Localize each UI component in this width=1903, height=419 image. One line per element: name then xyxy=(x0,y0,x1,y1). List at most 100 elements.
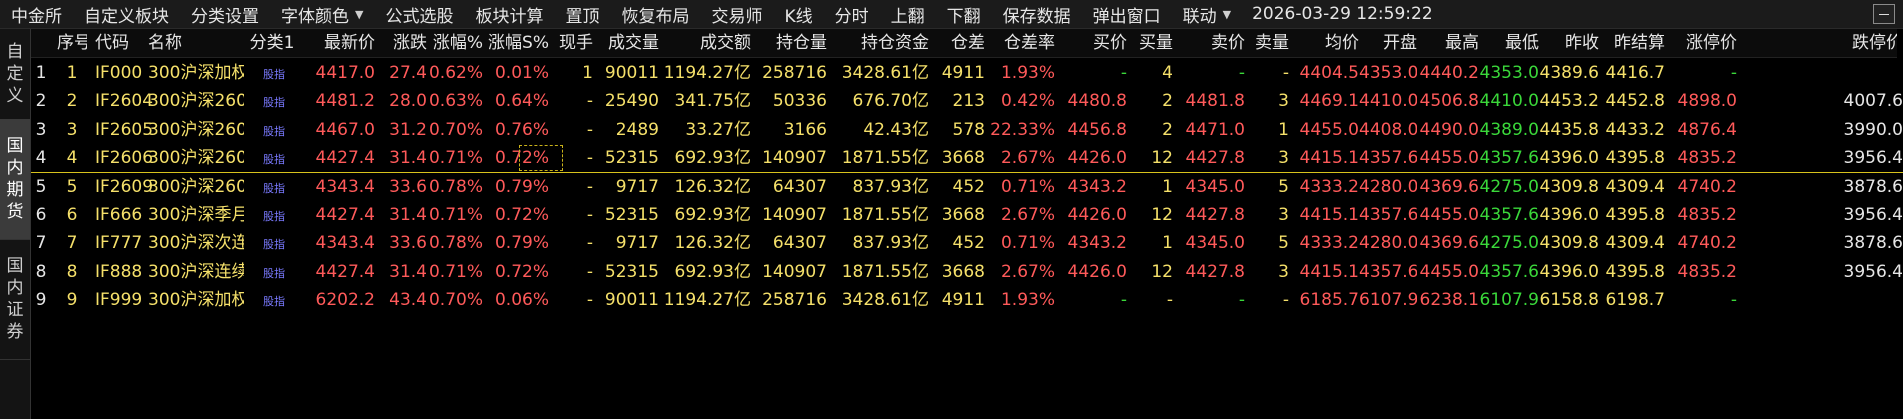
cell-turnover: 692.93亿 xyxy=(674,148,751,169)
menu-item-15[interactable]: 联动 ▼ xyxy=(1172,2,1242,27)
menu-item-13[interactable]: 保存数据 xyxy=(992,2,1082,27)
header-open-interest[interactable]: 持仓量 xyxy=(751,29,827,57)
side-tab-2[interactable]: 国内证券 xyxy=(0,239,30,360)
header-last-price[interactable]: 最新价 xyxy=(301,29,375,57)
cell-current-hand: - xyxy=(586,290,593,311)
cell-name: 300沪深加权 xyxy=(148,290,244,311)
cell-prev-close: 4396.0 xyxy=(1539,205,1599,225)
cell-change-s-pct: 0.64% xyxy=(494,91,549,112)
cell-open: 4357.6 xyxy=(1359,148,1417,169)
cell-volume: 90011 xyxy=(604,290,659,311)
menu-item-9[interactable]: K线 xyxy=(773,2,823,27)
chevron-down-icon: ▼ xyxy=(355,7,364,21)
menu-item-8[interactable]: 交易师 xyxy=(700,2,773,27)
cell-seq: 7 xyxy=(66,233,78,254)
table-header: 序号 代码 名称 分类1 最新价 涨跌 涨幅% 涨幅S% 现手 成交量 成交额 持仓量 持仓资金 仓差 仓差… xyxy=(31,29,1903,58)
menu-item-14[interactable]: 弹出窗口 xyxy=(1082,2,1172,27)
cell-ask-price: 4427.8 xyxy=(1185,148,1245,169)
cell-volume: 90011 xyxy=(604,63,659,83)
cell-open: 4408.0 xyxy=(1359,119,1417,140)
cell-limit-up: 4835.2 xyxy=(1677,205,1737,225)
table-row[interactable]: 9 9 IF999 300沪深加权 股指 6202.2 43.4 0.70% 0.06% -900… xyxy=(31,286,1903,314)
cell-low: 4357.6 xyxy=(1479,261,1539,282)
cell-ask-price: - xyxy=(1238,63,1245,83)
header-change-pct[interactable]: 涨幅% xyxy=(427,29,483,57)
side-tab-1[interactable]: 国内期货 xyxy=(0,119,30,240)
cell-volume: 52315 xyxy=(604,205,659,225)
header-volume[interactable]: 成交量 xyxy=(593,29,659,57)
header-open[interactable]: 开盘 xyxy=(1359,29,1417,57)
menu-item-4[interactable]: 公式选股 xyxy=(374,2,464,27)
cell-avg-price: 4415.1 xyxy=(1299,148,1359,169)
header-seq[interactable]: 序号 xyxy=(57,29,87,57)
menu-item-7[interactable]: 恢复布局 xyxy=(610,2,700,27)
cell-oi-diff: 4911 xyxy=(941,290,985,311)
cell-last-price: 4481.2 xyxy=(315,91,375,112)
cell-category: 股指 xyxy=(243,87,301,115)
header-limit-down[interactable]: 跌停价 xyxy=(1737,29,1903,57)
cell-turnover: 126.32亿 xyxy=(674,233,751,254)
header-current-hand[interactable]: 现手 xyxy=(549,29,593,57)
minimize-button[interactable] xyxy=(1873,4,1895,24)
header-ask-volume[interactable]: 卖量 xyxy=(1245,29,1289,57)
header-category[interactable]: 分类1 xyxy=(243,29,301,57)
menu-item-5[interactable]: 板块计算 xyxy=(464,2,554,27)
table-row[interactable]: 44IF2606300沪深2606M股指4427.431.40.71%0.72%… xyxy=(31,144,1903,172)
cell-high: 4455.0 xyxy=(1419,148,1479,169)
cell-prev-close: 4396.0 xyxy=(1539,148,1599,169)
header-turnover[interactable]: 成交额 xyxy=(659,29,751,57)
header-high[interactable]: 最高 xyxy=(1417,29,1479,57)
cell-prev-settle: 4395.8 xyxy=(1605,148,1665,169)
cell-row-index: 7 xyxy=(35,233,47,254)
cell-category: 股指 xyxy=(243,173,301,201)
cell-low: 4275.0 xyxy=(1479,233,1539,254)
category-badge: 股指 xyxy=(263,68,285,81)
menu-item-3[interactable]: 字体颜色 ▼ xyxy=(270,2,374,27)
header-change[interactable]: 涨跌 xyxy=(375,29,427,57)
cell-volume: 52315 xyxy=(604,148,659,169)
menu-item-12[interactable]: 下翻 xyxy=(936,2,992,27)
table-row[interactable]: 6 6 IF666 300沪深季月 股指 4427.4 31.4 0.71% 0.72% -523… xyxy=(31,201,1903,229)
table-row[interactable]: 22IF2604300沪深2604股指4481.228.00.63%0.64%-… xyxy=(31,87,1903,115)
header-avg-price[interactable]: 均价 xyxy=(1289,29,1359,57)
header-prev-close[interactable]: 昨收 xyxy=(1539,29,1599,57)
cell-open-interest: 64307 xyxy=(772,176,827,197)
side-tab-char: 国 xyxy=(6,256,24,276)
cell-bid-volume: - xyxy=(1166,290,1173,311)
header-prev-settle[interactable]: 昨结算 xyxy=(1599,29,1665,57)
menu-item-label: 分时 xyxy=(834,6,869,27)
menu-item-6[interactable]: 置顶 xyxy=(554,2,610,27)
header-oi-diff-rate[interactable]: 仓差率 xyxy=(985,29,1055,57)
header-change-s-pct[interactable]: 涨幅S% xyxy=(483,29,549,57)
menu-item-2[interactable]: 分类设置 xyxy=(180,2,270,27)
menu-item-0[interactable]: 中金所 xyxy=(0,2,73,27)
header-oi-diff[interactable]: 仓差 xyxy=(929,29,985,57)
header-low[interactable]: 最低 xyxy=(1479,29,1539,57)
table-row[interactable]: 8 8 IF888 300沪深连续 股指 4427.4 31.4 0.71% 0.72% -523… xyxy=(31,258,1903,286)
cell-name: 300沪深次连 xyxy=(148,233,244,254)
header-row-index[interactable] xyxy=(31,29,51,57)
clock-datetime: 2026-03-29 12:59:22 xyxy=(1252,4,1433,24)
side-tab-0[interactable]: 自定义 xyxy=(0,29,30,120)
header-name[interactable]: 名称 xyxy=(148,29,244,57)
header-bid-volume[interactable]: 买量 xyxy=(1127,29,1173,57)
cell-last-price: 4343.4 xyxy=(315,176,375,197)
menu-item-11[interactable]: 上翻 xyxy=(880,2,936,27)
table-row[interactable]: 7 7 IF777 300沪深次连 股指 4343.4 33.6 0.78% 0.79% - 971… xyxy=(31,229,1903,257)
cell-bid-price: 4426.0 xyxy=(1067,261,1127,282)
cell-open-interest: 258716 xyxy=(762,290,827,311)
menu-item-1[interactable]: 自定义板块 xyxy=(73,2,180,27)
table-row[interactable]: 55IF2609300沪深2609股指4343.433.60.78%0.79%-… xyxy=(31,173,1903,201)
header-bid-price[interactable]: 买价 xyxy=(1055,29,1127,57)
header-ask-price[interactable]: 卖价 xyxy=(1173,29,1245,57)
header-code[interactable]: 代码 xyxy=(95,29,155,57)
header-oi-capital[interactable]: 持仓资金 xyxy=(827,29,929,57)
cell-bid-volume: 2 xyxy=(1162,91,1173,112)
cell-last-price: 6202.2 xyxy=(315,290,375,311)
cell-oi-diff-rate: 2.67% xyxy=(1000,148,1055,169)
table-row[interactable]: 33 IF2605300沪深2605 股指 4467.0 31.20.70% 0.76% -… xyxy=(31,116,1903,144)
table-row[interactable]: 11IF000300沪深加权0股指4417.027.40.62%0.01%190… xyxy=(31,59,1903,87)
cell-bid-volume: 1 xyxy=(1162,176,1173,197)
menu-item-10[interactable]: 分时 xyxy=(824,2,880,27)
header-limit-up[interactable]: 涨停价 xyxy=(1665,29,1737,57)
